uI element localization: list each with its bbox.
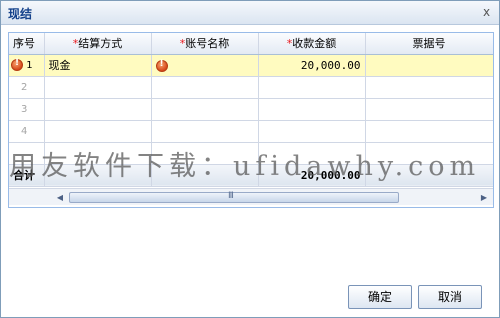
total-empty-cell <box>151 163 259 187</box>
ok-button[interactable]: 确定 <box>348 285 412 309</box>
column-header-method[interactable]: *结算方式 <box>44 33 152 55</box>
bill-cell[interactable] <box>365 54 493 77</box>
warning-icon <box>11 58 23 71</box>
spacer-cell <box>258 142 366 165</box>
settlement-dialog: 现结 x 序号 *结算方式 *账号名称 *收款金额 票据号 1 现金 20,00… <box>0 0 500 318</box>
total-row: 合计 20,000.00 <box>9 163 493 187</box>
spacer-cell <box>44 142 152 165</box>
total-empty-cell <box>44 163 152 187</box>
table-row[interactable]: 4 <box>9 120 493 143</box>
spacer-cell <box>151 142 259 165</box>
table-row[interactable]: 3 <box>9 98 493 121</box>
method-cell[interactable] <box>44 120 152 143</box>
column-label: 票据号 <box>412 37 446 51</box>
row-seq-cell[interactable]: 2 <box>9 76 45 99</box>
warning-icon <box>155 59 168 72</box>
cancel-button[interactable]: 取消 <box>418 285 482 309</box>
scroll-left-icon[interactable]: ◀ <box>53 191 67 204</box>
column-label: 序号 <box>13 37 35 51</box>
settlement-grid: 序号 *结算方式 *账号名称 *收款金额 票据号 1 现金 20,000.00 … <box>8 32 494 208</box>
row-seq-cell[interactable]: 3 <box>9 98 45 121</box>
table-row-spacer <box>9 142 493 165</box>
row-seq-cell[interactable]: 4 <box>9 120 45 143</box>
scroll-right-icon[interactable]: ▶ <box>477 191 491 204</box>
column-label: 账号名称 <box>185 37 230 51</box>
column-label: 收款金额 <box>292 37 337 51</box>
spacer-cell <box>9 142 45 165</box>
spacer-cell <box>365 142 493 165</box>
close-icon[interactable]: x <box>480 6 493 19</box>
table-row[interactable]: 1 现金 20,000.00 <box>9 54 493 77</box>
method-cell[interactable] <box>44 76 152 99</box>
title-bar: 现结 x <box>1 1 499 25</box>
account-cell[interactable] <box>151 120 259 143</box>
account-cell[interactable] <box>151 98 259 121</box>
settlement-table: 序号 *结算方式 *账号名称 *收款金额 票据号 1 现金 20,000.00 … <box>9 33 493 187</box>
column-header-seq[interactable]: 序号 <box>9 33 45 55</box>
account-cell[interactable] <box>151 76 259 99</box>
scroll-thumb[interactable]: III <box>69 191 399 203</box>
column-header-amount[interactable]: *收款金额 <box>258 33 366 55</box>
method-cell[interactable]: 现金 <box>44 54 152 77</box>
bill-cell[interactable] <box>365 98 493 121</box>
row-seq: 1 <box>26 60 33 71</box>
scroll-grip: III <box>228 191 234 201</box>
column-label: 结算方式 <box>78 37 123 51</box>
table-row[interactable]: 2 <box>9 76 493 99</box>
bill-cell[interactable] <box>365 76 493 99</box>
account-cell[interactable] <box>151 54 259 77</box>
method-cell[interactable] <box>44 98 152 121</box>
amount-cell[interactable] <box>258 98 366 121</box>
amount-cell[interactable] <box>258 120 366 143</box>
header-row: 序号 *结算方式 *账号名称 *收款金额 票据号 <box>9 33 493 55</box>
horizontal-scrollbar[interactable]: ◀ III ▶ <box>9 188 493 205</box>
amount-cell[interactable]: 20,000.00 <box>258 54 366 77</box>
dialog-title: 现结 <box>8 7 33 21</box>
total-empty-cell <box>365 163 493 187</box>
row-seq-cell[interactable]: 1 <box>9 54 45 77</box>
column-header-bill[interactable]: 票据号 <box>365 33 493 55</box>
bill-cell[interactable] <box>365 120 493 143</box>
amount-cell[interactable] <box>258 76 366 99</box>
total-amount: 20,000.00 <box>258 163 366 187</box>
column-header-account[interactable]: *账号名称 <box>151 33 259 55</box>
total-label: 合计 <box>9 163 45 187</box>
